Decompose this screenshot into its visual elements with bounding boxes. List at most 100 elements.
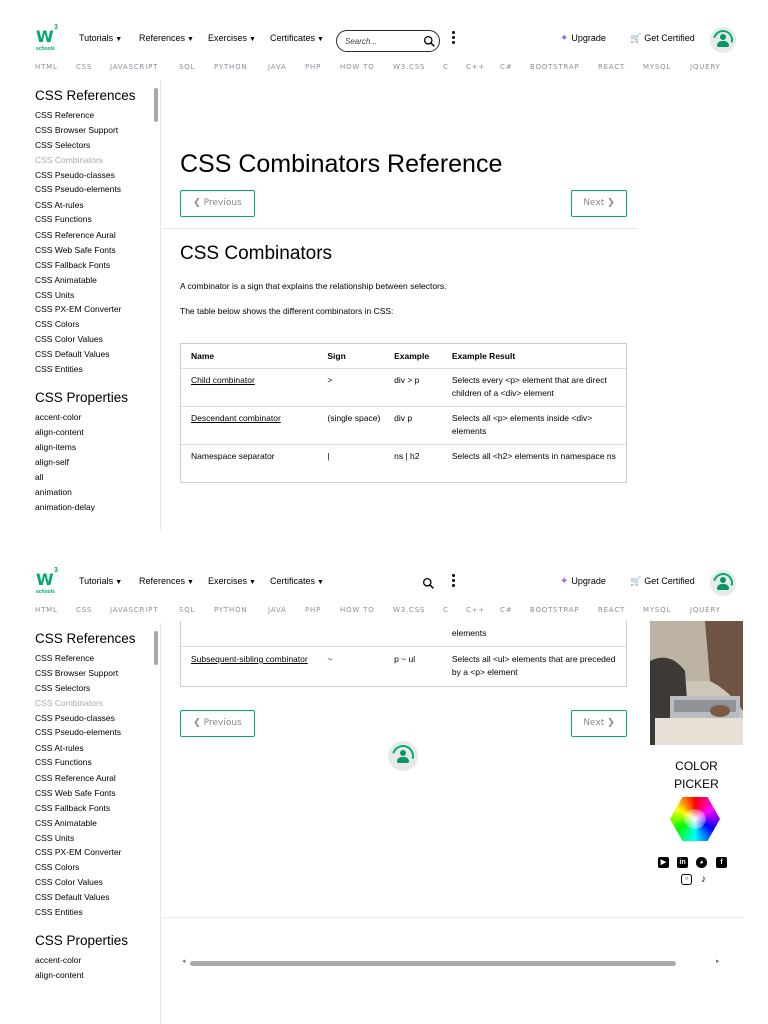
- combinator-link[interactable]: Descendant combinator: [191, 413, 281, 423]
- sidebar-item[interactable]: CSS Browser Support: [35, 125, 118, 135]
- sidebar-item[interactable]: CSS Selectors: [35, 140, 90, 150]
- subnav-c[interactable]: C: [443, 606, 449, 614]
- tiktok-icon[interactable]: ♪: [698, 874, 709, 885]
- sidebar-item[interactable]: CSS Default Values: [35, 892, 110, 902]
- discord-icon[interactable]: ◕: [696, 857, 707, 868]
- sidebar-item[interactable]: CSS Reference Aural: [35, 773, 116, 783]
- subnav-jquery[interactable]: JQUERY: [690, 606, 721, 614]
- search-input[interactable]: Search...: [336, 30, 440, 52]
- linkedin-icon[interactable]: in: [677, 857, 688, 868]
- menu-tutorials[interactable]: Tutorials ▼: [79, 576, 122, 586]
- sidebar-item[interactable]: CSS Entities: [35, 907, 83, 917]
- subnav-react[interactable]: REACT: [598, 606, 625, 614]
- sidebar-item[interactable]: CSS Functions: [35, 757, 92, 767]
- subnav-python[interactable]: PYTHON: [214, 63, 247, 71]
- subnav-bootstrap[interactable]: BOOTSTRAP: [530, 63, 579, 71]
- sidebar-item[interactable]: align-content: [35, 427, 84, 437]
- upgrade-button[interactable]: ✦ Upgrade: [560, 576, 606, 587]
- sidebar-item[interactable]: CSS Functions: [35, 214, 92, 224]
- search-icon[interactable]: [422, 577, 435, 590]
- sidebar-item-active[interactable]: CSS Combinators: [35, 155, 103, 165]
- sidebar-item[interactable]: all: [35, 472, 44, 482]
- sidebar-item[interactable]: CSS Animatable: [35, 818, 97, 828]
- w3schools-logo[interactable]: W 3 schools: [36, 24, 62, 53]
- sidebar-item[interactable]: CSS Selectors: [35, 683, 90, 693]
- sidebar-item[interactable]: animation: [35, 487, 72, 497]
- sidebar-item[interactable]: CSS Units: [35, 833, 74, 843]
- menu-certificates[interactable]: Certificates ▼: [270, 33, 324, 43]
- subnav-mysql[interactable]: MYSQL: [643, 63, 671, 71]
- subnav-php[interactable]: PHP: [305, 63, 321, 71]
- sidebar-item[interactable]: CSS Animatable: [35, 275, 97, 285]
- sidebar-item[interactable]: CSS At-rules: [35, 743, 84, 753]
- search-icon[interactable]: [423, 35, 436, 48]
- subnav-csharp[interactable]: C#: [500, 606, 512, 614]
- sidebar-scrollbar[interactable]: [154, 631, 158, 665]
- sidebar-item[interactable]: align-items: [35, 442, 76, 452]
- subnav-w3css[interactable]: W3.CSS: [393, 606, 425, 614]
- subnav-sql[interactable]: SQL: [179, 63, 195, 71]
- subnav-javascript[interactable]: JAVASCRIPT: [110, 606, 158, 614]
- sidebar-item[interactable]: animation-delay: [35, 502, 95, 512]
- sidebar-item[interactable]: CSS Browser Support: [35, 668, 118, 678]
- ad-photo-laptop[interactable]: [650, 621, 743, 745]
- subnav-howto[interactable]: HOW TO: [340, 606, 375, 614]
- sidebar-item[interactable]: CSS PX-EM Converter: [35, 304, 121, 314]
- subnav-javascript[interactable]: JAVASCRIPT: [110, 63, 158, 71]
- sidebar-item[interactable]: CSS Reference Aural: [35, 230, 116, 240]
- get-certified-button[interactable]: 🛒 Get Certified: [630, 33, 695, 44]
- sidebar-item[interactable]: CSS Colors: [35, 862, 79, 872]
- combinator-link[interactable]: Child combinator: [191, 375, 255, 385]
- subnav-c[interactable]: C: [443, 63, 449, 71]
- combinator-link[interactable]: Subsequent-sibling combinator: [191, 654, 308, 664]
- sidebar-item[interactable]: align-content: [35, 970, 84, 980]
- sidebar-item[interactable]: align-self: [35, 457, 69, 467]
- subnav-java[interactable]: JAVA: [268, 606, 287, 614]
- sidebar-item[interactable]: CSS Web Safe Fonts: [35, 245, 116, 255]
- sidebar-item[interactable]: CSS Pseudo-classes: [35, 170, 115, 180]
- subnav-react[interactable]: REACT: [598, 63, 625, 71]
- scroll-left-icon[interactable]: ◂: [182, 957, 186, 965]
- menu-tutorials[interactable]: Tutorials ▼: [79, 33, 122, 43]
- sidebar-item[interactable]: accent-color: [35, 412, 81, 422]
- subnav-html[interactable]: HTML: [35, 606, 58, 614]
- subnav-python[interactable]: PYTHON: [214, 606, 247, 614]
- sidebar-item[interactable]: CSS PX-EM Converter: [35, 847, 121, 857]
- sidebar-item[interactable]: CSS Pseudo-elements: [35, 184, 121, 194]
- subnav-bootstrap[interactable]: BOOTSTRAP: [530, 606, 579, 614]
- menu-references[interactable]: References ▼: [139, 33, 194, 43]
- subnav-cpp[interactable]: C++: [466, 63, 485, 71]
- subnav-php[interactable]: PHP: [305, 606, 321, 614]
- sidebar-item[interactable]: CSS Units: [35, 290, 74, 300]
- sidebar-item[interactable]: CSS Default Values: [35, 349, 110, 359]
- next-button[interactable]: Next ❯: [571, 710, 627, 737]
- subnav-csharp[interactable]: C#: [500, 63, 512, 71]
- subnav-java[interactable]: JAVA: [268, 63, 287, 71]
- scroll-right-icon[interactable]: ▸: [716, 957, 720, 965]
- sidebar-item[interactable]: accent-color: [35, 955, 81, 965]
- horizontal-scrollbar[interactable]: [190, 961, 676, 966]
- facebook-icon[interactable]: f: [716, 857, 727, 868]
- w3schools-logo[interactable]: W 3 schools: [36, 567, 62, 596]
- upgrade-button[interactable]: ✦ Upgrade: [560, 33, 606, 44]
- subnav-sql[interactable]: SQL: [179, 606, 195, 614]
- sidebar-item[interactable]: CSS Reference: [35, 110, 94, 120]
- color-picker-title-2[interactable]: PICKER: [650, 777, 743, 791]
- subnav-howto[interactable]: HOW TO: [340, 63, 375, 71]
- subnav-jquery[interactable]: JQUERY: [690, 63, 721, 71]
- get-certified-button[interactable]: 🛒 Get Certified: [630, 576, 695, 587]
- sidebar-item[interactable]: CSS Pseudo-classes: [35, 713, 115, 723]
- sidebar-item[interactable]: CSS At-rules: [35, 200, 84, 210]
- sidebar-item[interactable]: CSS Reference: [35, 653, 94, 663]
- previous-button[interactable]: ❮ Previous: [180, 710, 255, 737]
- color-picker-hexagon-icon[interactable]: [670, 797, 720, 841]
- sidebar-item[interactable]: CSS Entities: [35, 364, 83, 374]
- youtube-icon[interactable]: ▶: [658, 857, 669, 868]
- previous-button[interactable]: ❮ Previous: [180, 190, 255, 217]
- sidebar-scrollbar[interactable]: [154, 88, 158, 122]
- subnav-mysql[interactable]: MYSQL: [643, 606, 671, 614]
- subnav-w3css[interactable]: W3.CSS: [393, 63, 425, 71]
- subnav-css[interactable]: CSS: [76, 606, 92, 614]
- user-avatar[interactable]: [710, 27, 736, 53]
- sidebar-item[interactable]: CSS Fallback Fonts: [35, 260, 110, 270]
